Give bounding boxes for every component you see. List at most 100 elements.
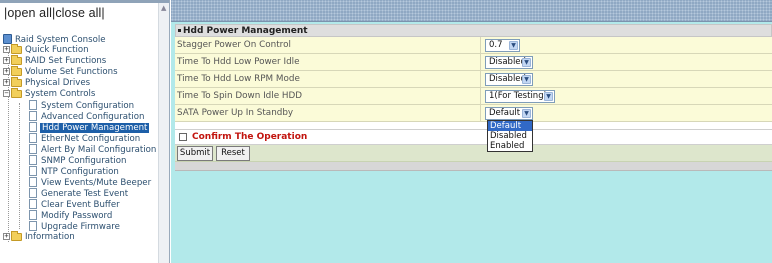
page-icon xyxy=(29,166,37,176)
tree-item-modify-password[interactable]: Modify Password xyxy=(29,210,113,221)
tree-item-label: Alert By Mail Configuration xyxy=(41,144,157,155)
tree-item-label: SNMP Configuration xyxy=(41,155,127,166)
setting-row-stagger-power: Stagger Power On Control 0.7 ▼ xyxy=(175,37,772,54)
tree-item-ethernet-configuration[interactable]: EtherNet Configuration xyxy=(29,133,141,144)
select-value: Disabled xyxy=(489,57,526,67)
folder-icon xyxy=(11,65,22,76)
tree-item-system-controls[interactable]: − System Controls xyxy=(3,87,96,100)
tree-scrollbar[interactable]: ▲ xyxy=(158,3,169,263)
setting-value-cell: Disabled ▼ xyxy=(480,54,772,71)
tree-item-label: Quick Function xyxy=(25,45,89,55)
low-power-idle-select[interactable]: Disabled ▼ xyxy=(485,56,533,69)
expand-plus-icon[interactable]: + xyxy=(3,233,10,240)
setting-row-low-power-idle: Time To Hdd Low Power Idle Disabled ▼ xyxy=(175,54,772,71)
page-icon xyxy=(29,177,37,187)
setting-row-sata-power-up: SATA Power Up In Standby Default ▼ xyxy=(175,105,772,122)
confirm-checkbox[interactable] xyxy=(179,133,187,141)
expand-plus-icon[interactable]: + xyxy=(3,57,10,64)
tree-item-information[interactable]: + Information xyxy=(3,230,76,243)
close-all-link[interactable]: close all xyxy=(55,6,101,20)
setting-value-cell: 0.7 ▼ xyxy=(480,37,772,54)
separator: | xyxy=(101,6,105,20)
setting-row-low-rpm-mode: Time To Hdd Low RPM Mode Disabled ▼ xyxy=(175,71,772,88)
reset-button[interactable]: Reset xyxy=(216,146,250,161)
navigation-tree-pane: |open all|close all| Raid System Console… xyxy=(0,0,170,263)
folder-icon xyxy=(11,230,22,241)
page-icon xyxy=(29,144,37,154)
sata-power-up-dropdown-list: Default Disabled Enabled xyxy=(487,120,533,152)
folder-icon xyxy=(11,76,22,87)
spacer-row xyxy=(175,122,772,130)
setting-label: Time To Spin Down Idle HDD xyxy=(177,91,303,101)
tree-item-upgrade-firmware[interactable]: Upgrade Firmware xyxy=(29,221,121,232)
bullet-icon xyxy=(178,29,181,32)
dropdown-option-default[interactable]: Default xyxy=(488,121,532,131)
dropdown-option-disabled[interactable]: Disabled xyxy=(488,131,532,141)
tree-item-raid-set-functions[interactable]: + RAID Set Functions xyxy=(3,54,107,67)
tree-item-ntp-configuration[interactable]: NTP Configuration xyxy=(29,166,120,177)
open-close-links: |open all|close all| xyxy=(4,6,105,20)
tree-item-label: System Configuration xyxy=(41,100,135,111)
folder-icon xyxy=(11,43,22,54)
folder-open-icon xyxy=(11,87,22,98)
tree-item-advanced-configuration[interactable]: Advanced Configuration xyxy=(29,111,145,122)
expand-plus-icon[interactable]: + xyxy=(3,79,10,86)
tree-item-system-configuration[interactable]: System Configuration xyxy=(29,100,135,111)
submit-button[interactable]: Submit xyxy=(177,146,213,161)
tree-item-hdd-power-management[interactable]: Hdd Power Management xyxy=(29,122,150,133)
raid-console-icon xyxy=(3,34,12,44)
setting-label: Time To Hdd Low Power Idle xyxy=(177,57,300,67)
tree-item-generate-test-event[interactable]: Generate Test Event xyxy=(29,188,129,199)
tree-item-alert-by-mail[interactable]: Alert By Mail Configuration xyxy=(29,144,157,155)
confirm-label: Confirm The Operation xyxy=(192,132,308,142)
tree-item-snmp-configuration[interactable]: SNMP Configuration xyxy=(29,155,128,166)
page-icon xyxy=(29,210,37,220)
expand-plus-icon[interactable]: + xyxy=(3,68,10,75)
tree-item-label: Clear Event Buffer xyxy=(41,199,120,210)
sata-power-up-select[interactable]: Default ▼ xyxy=(485,107,533,120)
low-rpm-mode-select[interactable]: Disabled ▼ xyxy=(485,73,533,86)
tree-item-label: RAID Set Functions xyxy=(25,56,107,66)
chevron-down-icon[interactable]: ▼ xyxy=(522,75,531,84)
tree-item-view-events[interactable]: View Events/Mute Beeper xyxy=(29,177,152,188)
spin-down-idle-select[interactable]: 1(For Testing) ▼ xyxy=(485,90,555,103)
stagger-power-select[interactable]: 0.7 ▼ xyxy=(485,39,520,52)
tree-item-label: Hdd Power Management xyxy=(40,122,150,133)
tree-item-clear-event-buffer[interactable]: Clear Event Buffer xyxy=(29,199,121,210)
setting-label: Stagger Power On Control xyxy=(177,40,291,50)
tree-item-raid-system-console[interactable]: Raid System Console xyxy=(3,34,107,45)
page-icon xyxy=(29,122,37,132)
collapse-minus-icon[interactable]: − xyxy=(3,90,10,97)
dropdown-option-enabled[interactable]: Enabled xyxy=(488,141,532,151)
hdd-power-form: Hdd Power Management Stagger Power On Co… xyxy=(175,24,772,171)
tree-item-volume-set-functions[interactable]: + Volume Set Functions xyxy=(3,65,119,78)
setting-label: SATA Power Up In Standby xyxy=(177,108,294,118)
setting-row-spin-down-idle: Time To Spin Down Idle HDD 1(For Testing… xyxy=(175,88,772,105)
tree-line xyxy=(19,103,20,229)
scroll-up-arrow-icon[interactable]: ▲ xyxy=(161,5,168,12)
page-icon xyxy=(29,199,37,209)
confirm-row: Confirm The Operation xyxy=(175,130,772,145)
tree-item-label: Raid System Console xyxy=(15,34,106,45)
form-footer-bar xyxy=(175,162,772,171)
page-icon xyxy=(29,133,37,143)
setting-label: Time To Hdd Low RPM Mode xyxy=(177,74,300,84)
chevron-down-icon[interactable]: ▼ xyxy=(522,109,531,118)
tree-item-label: NTP Configuration xyxy=(41,166,119,177)
select-value: Default xyxy=(489,108,521,118)
tree-item-label: Volume Set Functions xyxy=(25,67,118,77)
chevron-down-icon[interactable]: ▼ xyxy=(509,41,518,50)
select-value: 1(For Testing) xyxy=(489,91,547,101)
chevron-down-icon[interactable]: ▼ xyxy=(522,58,531,67)
tree-item-label: Generate Test Event xyxy=(41,188,129,199)
tree-item-label: Upgrade Firmware xyxy=(41,221,120,232)
expand-plus-icon[interactable]: + xyxy=(3,46,10,53)
open-all-link[interactable]: open all xyxy=(7,6,52,20)
folder-icon xyxy=(11,54,22,65)
form-title: Hdd Power Management xyxy=(183,26,308,36)
button-row: Submit Reset xyxy=(175,145,772,162)
chevron-down-icon[interactable]: ▼ xyxy=(544,92,553,101)
tree-item-label: Advanced Configuration xyxy=(41,111,145,122)
content-pane: Hdd Power Management Stagger Power On Co… xyxy=(171,0,772,263)
select-value: 0.7 xyxy=(489,40,503,50)
